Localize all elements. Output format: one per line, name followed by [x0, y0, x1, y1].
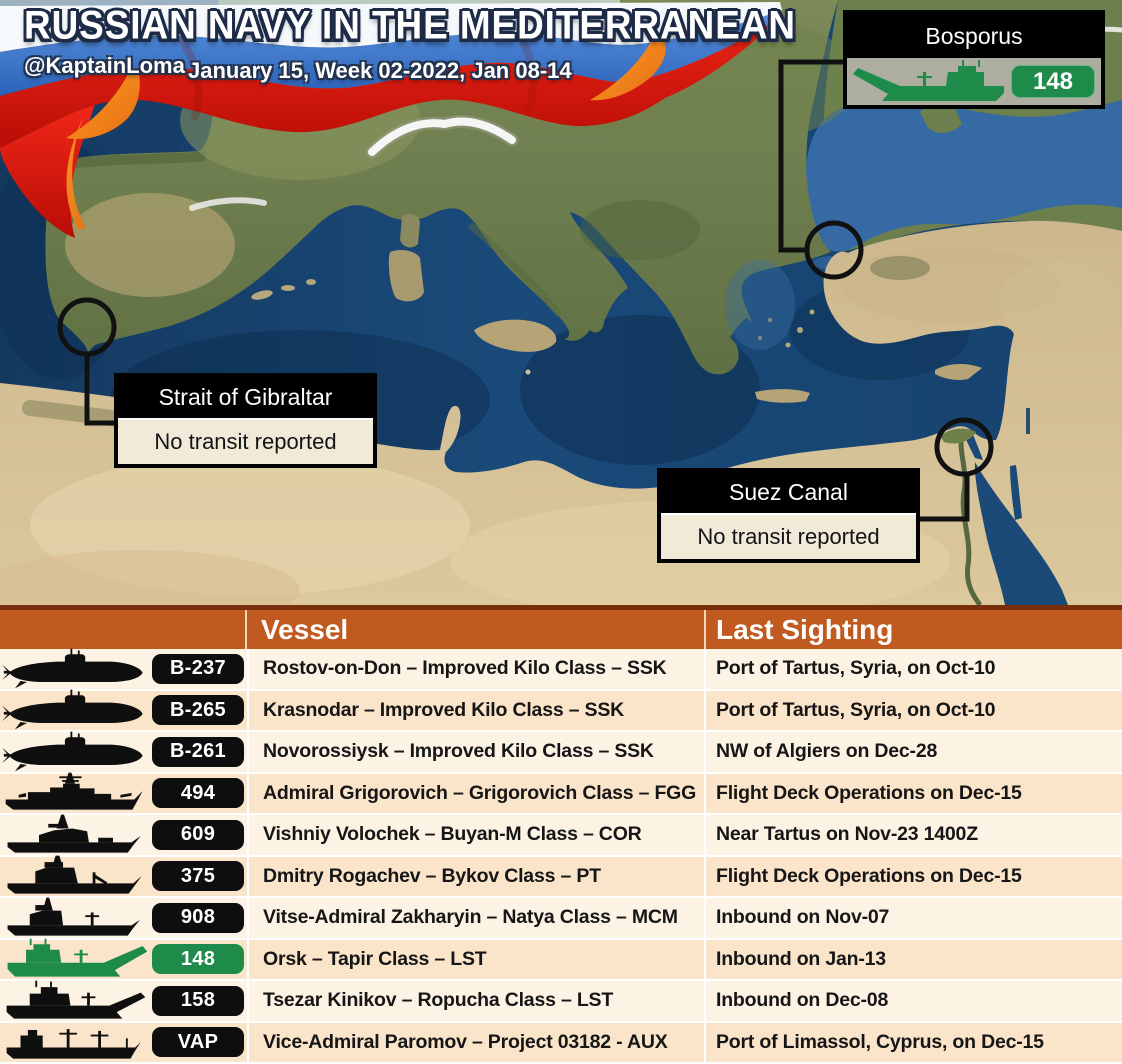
- table-row: 148 Orsk – Tapir Class – LST Inbound on …: [0, 940, 1122, 982]
- frigate-icon: [2, 772, 150, 814]
- gibraltar-callout-title: Strait of Gibraltar: [118, 377, 373, 418]
- suez-callout-status: No transit reported: [661, 513, 916, 559]
- table-header-vessel: Vessel: [247, 610, 706, 649]
- bosporus-callout-body: 148: [847, 58, 1101, 105]
- vessel-name: Rostov-on-Don – Improved Kilo Class – SS…: [247, 649, 706, 689]
- hull-number-badge: VAP: [152, 1027, 244, 1057]
- hull-number-badge: 148: [152, 944, 244, 974]
- mediterranean-map: RUSSIAN NAVY IN THE MEDITERRANEAN @Kapta…: [0, 0, 1122, 605]
- last-sighting: Inbound on Dec-08: [706, 989, 1122, 1012]
- last-sighting: Port of Tartus, Syria, on Oct-10: [706, 699, 1122, 722]
- vessel-name: Orsk – Tapir Class – LST: [247, 940, 706, 980]
- fleet-table: Vessel Last Sighting B-237 Rostov-on-Don…: [0, 605, 1122, 1064]
- suez-callout: Suez Canal No transit reported: [657, 468, 920, 563]
- table-row: B-265 Krasnodar – Improved Kilo Class – …: [0, 691, 1122, 733]
- gibraltar-callout: Strait of Gibraltar No transit reported: [114, 373, 377, 468]
- corvette-icon: [2, 814, 150, 856]
- vessel-name: Dmitry Rogachev – Bykov Class – PT: [247, 857, 706, 897]
- bosporus-transit-count-badge: 148: [1011, 65, 1095, 98]
- table-row: 375 Dmitry Rogachev – Bykov Class – PT F…: [0, 857, 1122, 899]
- page-title: RUSSIAN NAVY IN THE MEDITERRANEAN: [24, 4, 796, 49]
- table-row: 158 Tsezar Kinikov – Ropucha Class – LST…: [0, 981, 1122, 1023]
- table-row: VAP Vice-Admiral Paromov – Project 03182…: [0, 1023, 1122, 1064]
- last-sighting: Near Tartus on Nov-23 1400Z: [706, 823, 1122, 846]
- vessel-name: Admiral Grigorovich – Grigorovich Class …: [247, 774, 706, 814]
- infographic: RUSSIAN NAVY IN THE MEDITERRANEAN @Kapta…: [0, 0, 1122, 1064]
- gibraltar-callout-status: No transit reported: [118, 418, 373, 464]
- last-sighting: Flight Deck Operations on Dec-15: [706, 782, 1122, 805]
- suez-callout-title: Suez Canal: [661, 472, 916, 513]
- lst-ship-icon: [2, 938, 150, 980]
- minesweeper-icon: [2, 897, 150, 939]
- last-sighting: Port of Tartus, Syria, on Oct-10: [706, 657, 1122, 680]
- hull-number-badge: 375: [152, 861, 244, 891]
- vessel-name: Novorossiysk – Improved Kilo Class – SSK: [247, 732, 706, 772]
- patrol-ship-icon: [2, 855, 150, 897]
- lst-ship-icon: [2, 980, 150, 1022]
- table-row: B-237 Rostov-on-Don – Improved Kilo Clas…: [0, 649, 1122, 691]
- vessel-name: Krasnodar – Improved Kilo Class – SSK: [247, 691, 706, 731]
- vessel-name: Vitse-Admiral Zakharyin – Natya Class – …: [247, 898, 706, 938]
- author-handle: @KaptainLoma: [24, 53, 185, 79]
- vessel-name: Vishniy Volochek – Buyan-M Class – COR: [247, 815, 706, 855]
- bosporus-callout: Bosporus 148: [843, 10, 1105, 109]
- table-header-last-sighting: Last Sighting: [706, 610, 1122, 649]
- last-sighting: Port of Limassol, Cyprus, on Dec-15: [706, 1031, 1122, 1054]
- last-sighting: Inbound on Nov-07: [706, 906, 1122, 929]
- last-sighting: Inbound on Jan-13: [706, 948, 1122, 971]
- table-row: 609 Vishniy Volochek – Buyan-M Class – C…: [0, 815, 1122, 857]
- table-row: 908 Vitse-Admiral Zakharyin – Natya Clas…: [0, 898, 1122, 940]
- bosporus-callout-title: Bosporus: [847, 14, 1101, 58]
- submarine-icon: [2, 731, 150, 773]
- hull-number-badge: 609: [152, 820, 244, 850]
- lst-ship-icon: [849, 60, 1011, 104]
- hull-number-badge: B-237: [152, 654, 244, 684]
- hull-number-badge: 494: [152, 778, 244, 808]
- last-sighting: Flight Deck Operations on Dec-15: [706, 865, 1122, 888]
- auxiliary-ship-icon: [2, 1021, 150, 1063]
- vessel-name: Tsezar Kinikov – Ropucha Class – LST: [247, 981, 706, 1021]
- table-row: 494 Admiral Grigorovich – Grigorovich Cl…: [0, 774, 1122, 816]
- last-sighting: NW of Algiers on Dec-28: [706, 740, 1122, 763]
- dead-sea: [1026, 408, 1030, 434]
- table-header: Vessel Last Sighting: [0, 605, 1122, 649]
- submarine-icon: [2, 689, 150, 731]
- table-header-icon-column: [0, 610, 247, 649]
- hull-number-badge: B-265: [152, 695, 244, 725]
- hull-number-badge: B-261: [152, 737, 244, 767]
- report-date: January 15, Week 02-2022, Jan 08-14: [188, 58, 572, 84]
- submarine-icon: [2, 648, 150, 690]
- table-row: B-261 Novorossiysk – Improved Kilo Class…: [0, 732, 1122, 774]
- hull-number-badge: 908: [152, 903, 244, 933]
- vessel-name: Vice-Admiral Paromov – Project 03182 - A…: [247, 1023, 706, 1063]
- hull-number-badge: 158: [152, 986, 244, 1016]
